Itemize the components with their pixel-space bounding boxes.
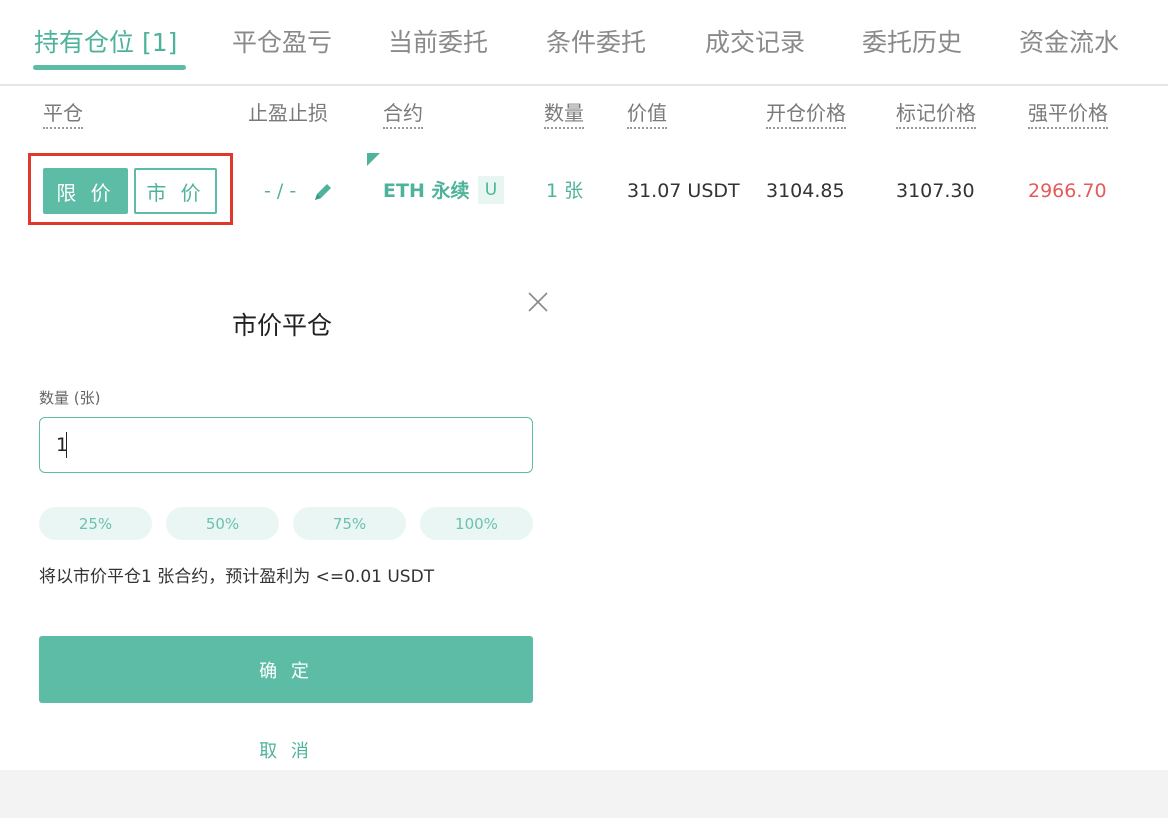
percent-75-button[interactable]: 75% [293, 507, 406, 540]
dialog-title: 市价平仓 [232, 311, 333, 340]
header-close: 平仓 [43, 100, 83, 129]
tab-trade-history[interactable]: 成交记录 [705, 26, 805, 60]
header-mark-price: 标记价格 [896, 100, 976, 129]
qty-label: 数量 (张) [39, 389, 101, 407]
tab-conditional-orders[interactable]: 条件委托 [546, 26, 646, 60]
header-tpsl: 止盈止损 [248, 101, 328, 125]
cancel-button[interactable]: 取 消 [233, 735, 339, 765]
tab-positions[interactable]: 持有仓位 [1] [34, 26, 177, 60]
position-value: 31.07 USDT [627, 180, 740, 202]
contract-badge: U [478, 176, 504, 204]
position-qty: 1 张 [546, 180, 584, 202]
header-value: 价值 [627, 100, 667, 129]
tab-bar: 持有仓位 [1] 平仓盈亏 当前委托 条件委托 成交记录 委托历史 资金流水 [0, 0, 1168, 84]
tab-fund-flow[interactable]: 资金流水 [1019, 26, 1119, 60]
close-hint-text: 将以市价平仓1 张合约，预计盈利为 <=0.01 USDT [39, 567, 435, 587]
qty-input[interactable] [39, 417, 533, 473]
tab-open-orders[interactable]: 当前委托 [388, 26, 488, 60]
active-tab-indicator [33, 65, 186, 70]
tab-divider [0, 84, 1168, 86]
edit-pencil-icon[interactable] [312, 181, 334, 203]
bottom-bar [0, 770, 1168, 818]
liq-price: 2966.70 [1028, 180, 1107, 202]
limit-close-button[interactable]: 限 价 [43, 168, 128, 214]
header-contract: 合约 [383, 100, 423, 129]
tab-closed-pnl[interactable]: 平仓盈亏 [232, 26, 332, 60]
header-qty: 数量 [544, 100, 584, 129]
percent-100-button[interactable]: 100% [420, 507, 533, 540]
market-close-button[interactable]: 市 价 [134, 168, 217, 214]
header-liq-price: 强平价格 [1028, 100, 1108, 129]
tpsl-value: - / - [264, 180, 297, 202]
header-open-price: 开仓价格 [766, 100, 846, 129]
confirm-button[interactable]: 确 定 [39, 636, 533, 703]
mark-price: 3107.30 [896, 180, 975, 202]
percent-25-button[interactable]: 25% [39, 507, 152, 540]
open-price: 3104.85 [766, 180, 845, 202]
text-caret [66, 432, 67, 458]
contract-name[interactable]: ETH 永续 [383, 178, 469, 204]
percent-50-button[interactable]: 50% [166, 507, 279, 540]
close-icon[interactable] [526, 290, 550, 314]
contract-flag-icon [367, 153, 380, 166]
tab-order-history[interactable]: 委托历史 [862, 26, 962, 60]
